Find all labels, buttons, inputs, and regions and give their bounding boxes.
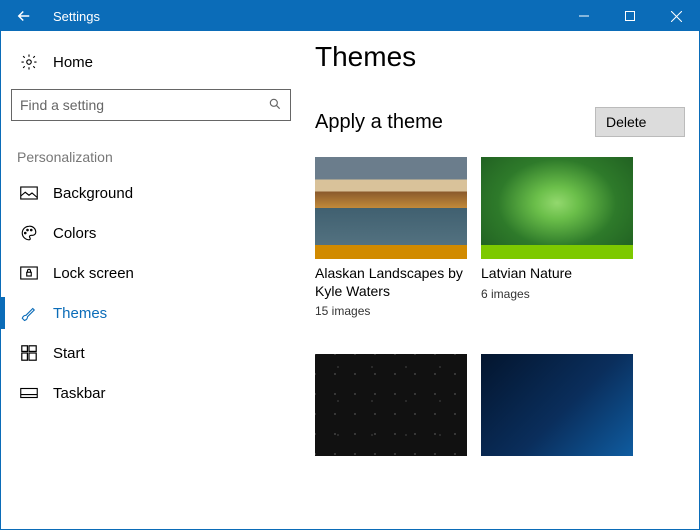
sidebar-item-themes[interactable]: Themes [11, 293, 291, 333]
theme-accent [315, 245, 467, 259]
palette-icon [17, 224, 41, 242]
titlebar: Settings [1, 1, 699, 31]
theme-name: Alaskan Landscapes by Kyle Waters [315, 265, 467, 300]
sidebar-item-label: Background [41, 185, 133, 202]
window-title: Settings [47, 9, 561, 24]
category-label: Personalization [17, 149, 291, 165]
search-placeholder: Find a setting [20, 97, 268, 113]
brush-icon [17, 304, 41, 322]
main-panel: Themes Apply a theme Delete Alaskan Land… [301, 31, 699, 529]
sidebar: Home Find a setting Personalization Back… [1, 31, 301, 529]
sidebar-item-colors[interactable]: Colors [11, 213, 291, 253]
theme-accent [481, 245, 633, 259]
sidebar-item-start[interactable]: Start [11, 333, 291, 373]
back-button[interactable] [1, 1, 47, 31]
delete-button[interactable]: Delete [595, 107, 685, 137]
theme-name: Latvian Nature [481, 265, 633, 283]
sidebar-item-label: Colors [41, 225, 96, 242]
theme-thumbnail [481, 354, 633, 456]
sidebar-item-taskbar[interactable]: Taskbar [11, 373, 291, 413]
theme-thumbnail [481, 157, 633, 259]
search-icon [268, 97, 282, 114]
theme-item[interactable] [481, 354, 633, 456]
theme-item[interactable]: Alaskan Landscapes by Kyle Waters 15 ima… [315, 157, 467, 318]
theme-item[interactable] [315, 354, 467, 456]
gear-icon [17, 53, 41, 71]
taskbar-icon [17, 387, 41, 399]
section-title: Apply a theme [315, 111, 595, 134]
close-button[interactable] [653, 1, 699, 31]
page-title: Themes [315, 41, 685, 73]
sidebar-item-label: Taskbar [41, 385, 106, 402]
theme-thumbnail [315, 157, 467, 259]
search-input[interactable]: Find a setting [11, 89, 291, 121]
image-icon [17, 186, 41, 200]
lock-screen-icon [17, 266, 41, 280]
theme-grid: Alaskan Landscapes by Kyle Waters 15 ima… [315, 157, 685, 456]
theme-count: 15 images [315, 304, 467, 318]
maximize-button[interactable] [607, 1, 653, 31]
theme-item[interactable]: Latvian Nature 6 images [481, 157, 633, 318]
theme-thumbnail [315, 354, 467, 456]
minimize-button[interactable] [561, 1, 607, 31]
sidebar-item-label: Start [41, 345, 85, 362]
sidebar-item-label: Themes [41, 305, 107, 322]
sidebar-item-lockscreen[interactable]: Lock screen [11, 253, 291, 293]
home-button[interactable]: Home [11, 43, 291, 81]
theme-count: 6 images [481, 287, 633, 301]
sidebar-item-label: Lock screen [41, 265, 134, 282]
sidebar-item-background[interactable]: Background [11, 173, 291, 213]
content: Home Find a setting Personalization Back… [1, 31, 699, 529]
home-label: Home [41, 54, 93, 71]
start-icon [17, 345, 41, 361]
